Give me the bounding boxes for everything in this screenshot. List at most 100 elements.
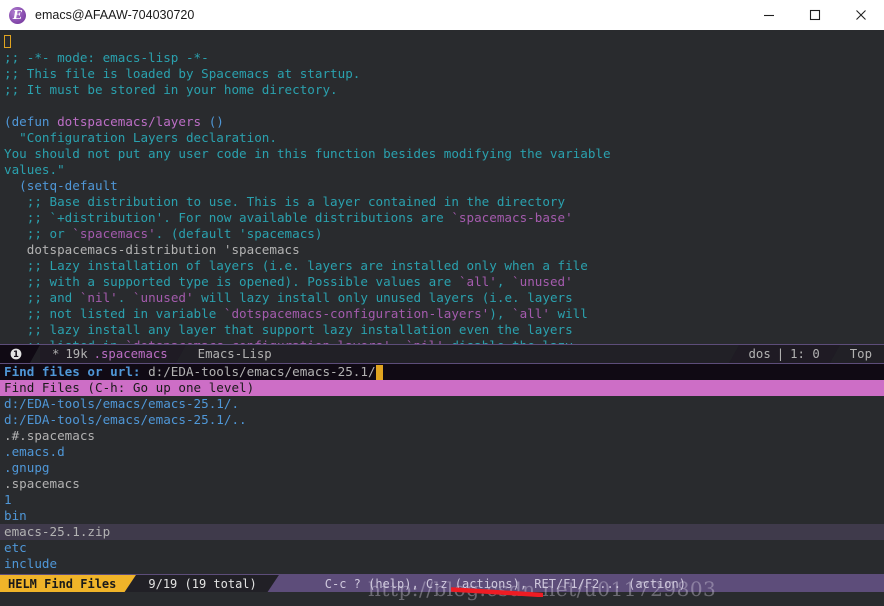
code-buffer[interactable]: ;; -*- mode: emacs-lisp -*-;; This file … <box>0 30 884 344</box>
code-span: dotspacemacs-distribution 'spacemacs <box>4 242 300 257</box>
buffer-size: 19k <box>65 347 88 361</box>
code-line: ;; or `spacemacs'. (default 'spacemacs) <box>0 226 884 242</box>
helm-input-value: d:/EDA-tools/emacs/emacs-25.1/ <box>148 364 376 379</box>
helm-item[interactable]: d:/EDA-tools/emacs/emacs-25.1/.. <box>0 412 884 428</box>
helm-item[interactable]: bin <box>0 508 884 524</box>
code-span: , <box>496 274 513 289</box>
code-span: ;; or <box>4 226 73 241</box>
modeline-separator-2 <box>175 345 186 363</box>
code-line: values." <box>0 162 884 178</box>
minimize-icon <box>764 14 774 17</box>
circled-number-icon: 1 <box>10 348 22 360</box>
helm-candidate-list[interactable]: d:/EDA-tools/emacs/emacs-25.1/. d:/EDA-to… <box>0 396 884 572</box>
code-span: `all' <box>512 306 550 321</box>
modeline-separator-1 <box>30 345 40 363</box>
code-line <box>0 34 884 50</box>
code-span: `all' <box>458 274 497 289</box>
code-span: ;; with a supported type is opened). Pos… <box>4 274 459 289</box>
close-button[interactable] <box>838 0 884 30</box>
minimize-button[interactable] <box>746 0 792 30</box>
code-span: ;; `+distribution'. For now available di… <box>4 210 452 225</box>
code-span: . (default 'spacemacs) <box>155 226 323 241</box>
code-line: ;; It must be stored in your home direct… <box>0 82 884 98</box>
close-icon <box>856 10 866 20</box>
maximize-icon <box>809 9 821 21</box>
helm-source-name: HELM Find Files <box>0 574 125 593</box>
code-span: ;; Lazy installation of layers (i.e. lay… <box>4 258 588 273</box>
helm-item[interactable]: include <box>0 556 884 572</box>
emacs-icon-glyph: E <box>12 8 23 22</box>
code-span: ;; This file is loaded by Spacemacs at s… <box>4 66 361 81</box>
encoding-label: dos <box>748 347 771 361</box>
maximize-button[interactable] <box>792 0 838 30</box>
code-span: `spacemacs-base' <box>451 210 573 225</box>
helm-prompt-label: Find files or url: <box>4 364 149 379</box>
helm-source-header: Find Files (C-h: Go up one level) <box>0 380 884 396</box>
code-span: `unused' <box>132 290 194 305</box>
window-titlebar: E emacs@AFAAW-704030720 <box>0 0 884 31</box>
helm-item[interactable]: .emacs.d <box>0 444 884 460</box>
window-number-badge: 1 <box>0 345 30 363</box>
emacs-icon: E <box>9 6 26 24</box>
code-span: ;; lazy install any layer that support l… <box>4 322 573 337</box>
code-span: will lazy install only unused layers (i.… <box>193 290 573 305</box>
helm-item[interactable]: .spacemacs <box>0 476 884 492</box>
modeline-separator-3 <box>728 345 739 363</box>
helm-panel: Find files or url: d:/EDA-tools/emacs/em… <box>0 364 884 606</box>
cursor-position: 1: 0 <box>790 347 820 361</box>
code-span: `spacemacs' <box>72 226 156 241</box>
code-line: ;; -*- mode: emacs-lisp -*- <box>0 50 884 66</box>
window-controls <box>746 0 884 30</box>
helm-item[interactable]: .gnupg <box>0 460 884 476</box>
helm-modeline: HELM Find Files 9/19 (19 total) C-c ? (h… <box>0 574 884 593</box>
code-span: ), <box>489 306 513 321</box>
major-mode-label: Emacs-Lisp <box>197 347 272 361</box>
code-line: ;; with a supported type is opened). Pos… <box>0 274 884 290</box>
code-line: ;; not listed in variable `dotspacemacs-… <box>0 306 884 322</box>
helm-item[interactable]: .#.spacemacs <box>0 428 884 444</box>
code-line: ;; This file is loaded by Spacemacs at s… <box>0 66 884 82</box>
code-span: dotspacemacs/layers <box>57 114 202 129</box>
code-span: ;; and <box>4 290 80 305</box>
modeline-right: dos | 1: 0 Top <box>728 345 884 363</box>
code-span: will <box>549 306 588 321</box>
code-line: ;; `+distribution'. For now available di… <box>0 210 884 226</box>
code-span: (defun <box>4 114 58 129</box>
code-span: `dotspacemacs-configuration-layers' <box>223 306 490 321</box>
code-line: (setq-default <box>0 178 884 194</box>
code-span: ;; It must be stored in your home direct… <box>4 82 338 97</box>
helm-prompt[interactable]: Find files or url: d:/EDA-tools/emacs/em… <box>0 364 884 380</box>
helm-modeline-separator-2 <box>266 574 279 593</box>
modeline-buffer-segment: * 19k .spacemacs <box>40 345 176 363</box>
code-line: You should not put any user code in this… <box>0 146 884 162</box>
code-line: (defun dotspacemacs/layers () <box>0 114 884 130</box>
code-span: values." <box>4 162 65 177</box>
helm-help-text: C-c ? (help), C-z (actions), RET/F1/F2..… <box>324 576 686 591</box>
window-title: emacs@AFAAW-704030720 <box>35 8 195 22</box>
modified-indicator: * <box>52 347 60 361</box>
helm-item[interactable]: etc <box>0 540 884 556</box>
position-separator: | <box>776 347 785 361</box>
code-line: ;; Base distribution to use. This is a l… <box>0 194 884 210</box>
code-span: (setq-default <box>4 178 118 193</box>
code-span: ;; not listed in variable <box>4 306 224 321</box>
helm-item[interactable]: d:/EDA-tools/emacs/emacs-25.1/. <box>0 396 884 412</box>
buffer-modeline: 1 * 19k .spacemacs Emacs-Lisp dos | 1: 0… <box>0 344 884 364</box>
code-line: dotspacemacs-distribution 'spacemacs <box>0 242 884 258</box>
modeline-separator-4 <box>829 345 840 363</box>
code-line: "Configuration Layers declaration. <box>0 130 884 146</box>
helm-candidate-count: 9/19 (19 total) <box>136 574 267 593</box>
emacs-window: E emacs@AFAAW-704030720 ;; -*- mode: ema… <box>0 0 884 606</box>
code-line: ;; Lazy installation of layers (i.e. lay… <box>0 258 884 274</box>
bottom-strip <box>0 592 884 606</box>
code-span: () <box>201 114 224 129</box>
code-span: `nil' <box>79 290 118 305</box>
code-line: ;; and `nil'. `unused' will lazy install… <box>0 290 884 306</box>
code-span: ;; Base distribution to use. This is a l… <box>4 194 566 209</box>
code-span: ;; -*- mode: emacs-lisp -*- <box>4 50 209 65</box>
code-line: ;; lazy install any layer that support l… <box>0 322 884 338</box>
helm-item-selected[interactable]: emacs-25.1.zip <box>0 524 884 540</box>
helm-item[interactable]: 1 <box>0 492 884 508</box>
svg-text:1: 1 <box>13 350 19 360</box>
